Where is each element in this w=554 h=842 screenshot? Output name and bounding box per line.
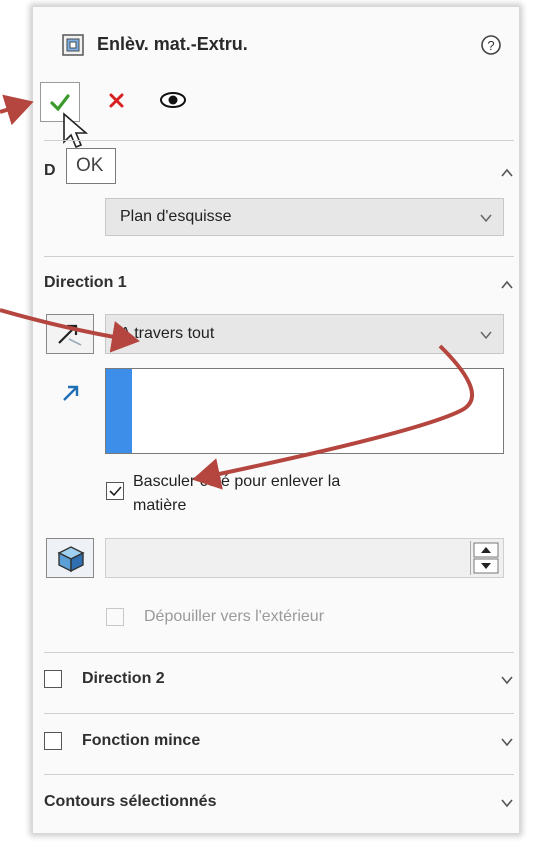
chevron-down-icon <box>480 331 492 340</box>
cancel-button[interactable] <box>106 90 128 112</box>
check-icon <box>109 486 122 497</box>
section-title-thin-feature[interactable]: Fonction mince <box>82 732 200 750</box>
tooltip: OK <box>66 148 116 184</box>
help-icon[interactable]: ? <box>480 34 502 56</box>
eye-icon <box>160 92 186 108</box>
page-title: Enlèv. mat.-Extru. <box>97 34 248 54</box>
direction-2-checkbox[interactable] <box>44 670 62 688</box>
separator <box>44 652 514 653</box>
draft-outward-checkbox[interactable] <box>106 608 124 626</box>
section-title-selected-contours[interactable]: Contours sélectionnés <box>44 793 216 811</box>
close-icon <box>109 93 124 108</box>
chevron-down-icon[interactable] <box>500 796 514 810</box>
chevron-down-icon <box>480 214 492 223</box>
chevron-down-icon[interactable] <box>500 735 514 749</box>
draft-icon <box>57 546 85 573</box>
draft-button[interactable] <box>46 538 94 578</box>
section-title-direction-2[interactable]: Direction 2 <box>82 670 165 688</box>
draft-outward-label: Dépouiller vers l'extérieur <box>144 608 325 625</box>
direction-arrow-icon <box>63 385 79 401</box>
quantity-stepper[interactable] <box>470 541 501 575</box>
chevron-up-icon[interactable] <box>500 278 514 292</box>
flip-side-label: Basculer côté pour enlever la matière <box>133 473 341 514</box>
dropdown-value: Plan d'esquisse <box>120 208 232 225</box>
chevron-down-icon[interactable] <box>500 673 514 687</box>
separator <box>44 140 514 141</box>
start-condition-dropdown[interactable]: Plan d'esquisse <box>105 198 504 236</box>
flip-side-checkbox[interactable] <box>106 482 124 500</box>
annotation-arrow-ok <box>0 94 34 126</box>
chevron-up-icon[interactable] <box>500 166 514 180</box>
section-title-from[interactable]: D <box>44 162 56 180</box>
direction-reference-selection-box[interactable] <box>105 368 504 454</box>
dropdown-value: A travers tout <box>120 325 215 342</box>
separator <box>44 774 514 775</box>
separator <box>44 256 514 257</box>
section-title-direction-1[interactable]: Direction 1 <box>44 274 127 292</box>
end-condition-dropdown[interactable]: A travers tout <box>105 314 504 354</box>
svg-text:?: ? <box>487 38 494 53</box>
reverse-direction-button[interactable] <box>46 314 94 354</box>
selection-box-accent-bar <box>106 369 132 453</box>
separator <box>44 713 514 714</box>
thin-feature-checkbox[interactable] <box>44 732 62 750</box>
reverse-direction-icon <box>58 324 82 346</box>
extrude-cut-feature-icon <box>62 34 84 56</box>
draft-angle-input[interactable] <box>105 538 504 578</box>
preview-button[interactable] <box>158 88 188 112</box>
